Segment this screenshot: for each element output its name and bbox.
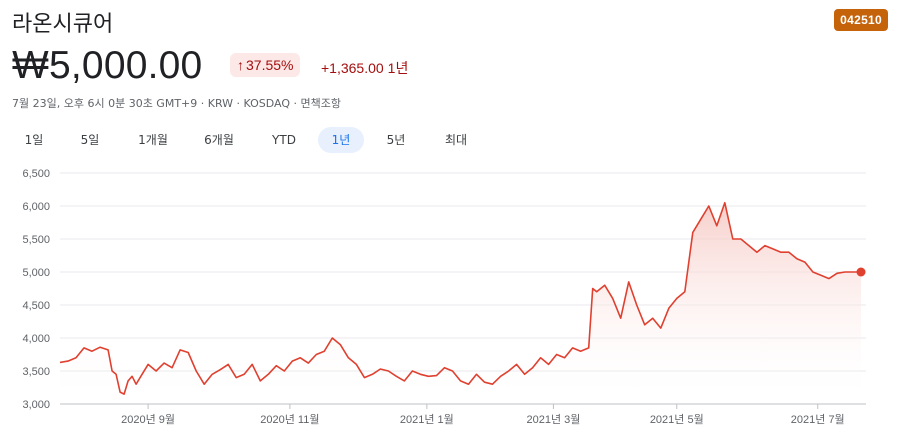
y-tick-label: 6,000: [22, 201, 50, 213]
tab-1m[interactable]: 1개월: [126, 127, 180, 153]
change-period: 1년: [387, 60, 409, 76]
y-axis-labels: 3,000 3,500 4,000 4,500 5,000 5,500 6,000 6,500: [22, 168, 50, 411]
x-tick-label: 2021년 7월: [791, 413, 845, 426]
ticker-badge[interactable]: 042510: [834, 9, 888, 31]
current-price: ₩5,000.00: [12, 44, 203, 87]
y-tick-label: 3,500: [22, 366, 50, 378]
y-tick-label: 5,500: [22, 234, 50, 246]
y-tick-label: 5,000: [22, 267, 50, 279]
x-tick-label: 2021년 1월: [400, 413, 454, 426]
tab-1y[interactable]: 1년: [318, 127, 364, 153]
tab-ytd[interactable]: YTD: [260, 127, 308, 153]
tab-max[interactable]: 최대: [434, 127, 478, 153]
company-name: 라온시큐어: [12, 12, 114, 37]
y-tick-label: 6,500: [22, 168, 50, 180]
tab-1d[interactable]: 1일: [14, 127, 54, 153]
change-percent-badge: ↑ 37.55%: [230, 53, 301, 77]
y-tick-label: 4,500: [22, 300, 50, 312]
x-tick-label: 2020년 9월: [121, 413, 175, 426]
y-tick-label: 3,000: [22, 399, 50, 411]
last-price-point[interactable]: [856, 267, 866, 277]
price-area-fill: [60, 202, 861, 404]
tab-6m[interactable]: 6개월: [192, 127, 246, 153]
tab-5d[interactable]: 5일: [70, 127, 110, 153]
x-axis-labels: 2020년 9월 2020년 11월 2021년 1월 2021년 3월 2021년 5…: [121, 404, 845, 426]
arrow-up-icon: ↑: [237, 57, 244, 73]
x-tick-label: 2021년 5월: [650, 413, 704, 426]
y-tick-label: 4,000: [22, 333, 50, 345]
tab-5y[interactable]: 5년: [376, 127, 416, 153]
x-tick-label: 2020년 11월: [260, 413, 319, 426]
price-meta-info: 7월 23일, 오후 6시 0분 30초 GMT+9 · KRW · KOSDA…: [12, 97, 342, 110]
x-tick-label: 2021년 3월: [526, 413, 580, 426]
change-absolute: +1,365.00 1년: [321, 58, 408, 78]
change-percent-value: 37.55%: [246, 57, 294, 73]
price-chart[interactable]: 3,000 3,500 4,000 4,500 5,000 5,500 6,000 6,500…: [0, 165, 897, 444]
change-absolute-value: +1,365.00: [321, 60, 384, 76]
